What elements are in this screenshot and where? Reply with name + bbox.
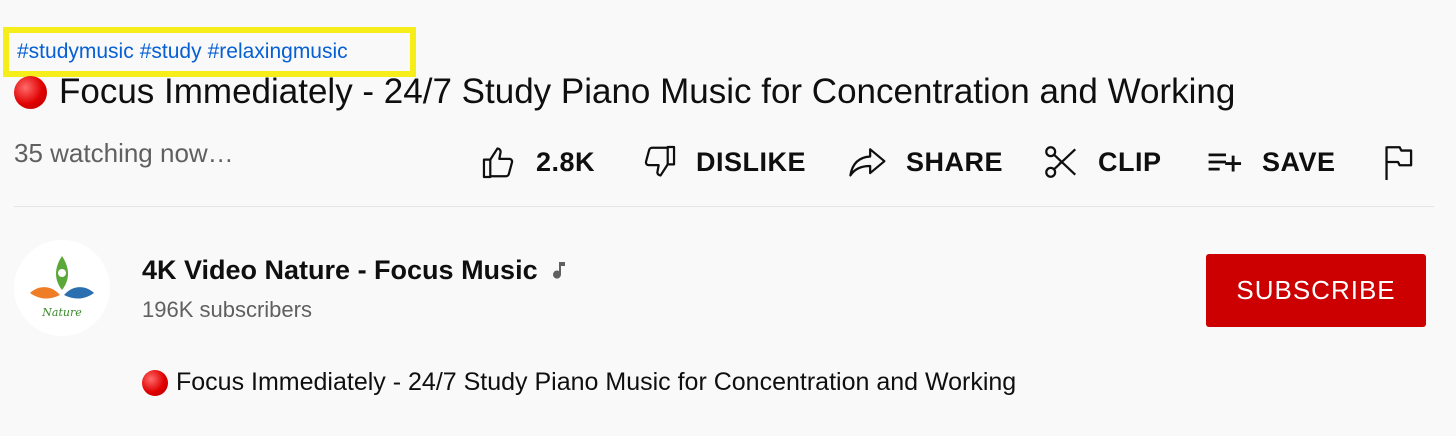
channel-name[interactable]: 4K Video Nature - Focus Music [142, 255, 570, 286]
playlist-add-icon [1208, 153, 1242, 172]
music-note-icon [552, 261, 565, 279]
subscriber-count: 196K subscribers [142, 297, 312, 322]
like-count: 2.8K [536, 146, 596, 177]
dislike-label: DISLIKE [696, 146, 807, 177]
channel-logo: Nature [30, 256, 94, 319]
video-title-text: Focus Immediately - 24/7 Study Piano Mus… [59, 72, 1236, 111]
share-label: SHARE [906, 146, 1004, 177]
save-button[interactable]: SAVE [1204, 138, 1336, 186]
save-label: SAVE [1262, 146, 1336, 177]
hashtag-link[interactable]: #studymusic [17, 40, 134, 64]
svg-text:Nature: Nature [41, 306, 82, 319]
clip-button[interactable]: CLIP [1042, 138, 1162, 186]
description: Focus Immediately - 24/7 Study Piano Mus… [142, 368, 1016, 397]
channel-avatar[interactable]: Nature [14, 240, 110, 336]
scissors-icon [1045, 146, 1077, 178]
like-button[interactable]: 2.8K [480, 138, 595, 186]
share-button[interactable]: SHARE [846, 138, 1003, 186]
divider [14, 206, 1434, 207]
live-dot-icon [142, 369, 168, 396]
description-text: Focus Immediately - 24/7 Study Piano Mus… [176, 368, 1017, 396]
report-button[interactable] [1380, 138, 1416, 186]
flag-icon [1385, 146, 1413, 180]
hashtag-link[interactable]: #relaxingmusic [208, 40, 348, 64]
dislike-button[interactable]: DISLIKE [640, 138, 806, 186]
thumbs-down-icon [644, 145, 676, 177]
viewer-count: 35 watching now… [14, 138, 234, 168]
share-arrow-icon [849, 148, 886, 177]
clip-label: CLIP [1098, 146, 1162, 177]
thumbs-up-icon [482, 147, 514, 179]
subscribe-button[interactable]: SUBSCRIBE [1206, 254, 1426, 327]
video-title: Focus Immediately - 24/7 Study Piano Mus… [14, 70, 1235, 114]
live-dot-icon [14, 75, 47, 109]
channel-name-text[interactable]: 4K Video Nature - Focus Music [142, 255, 538, 286]
hashtag-link[interactable]: #study [140, 40, 202, 64]
